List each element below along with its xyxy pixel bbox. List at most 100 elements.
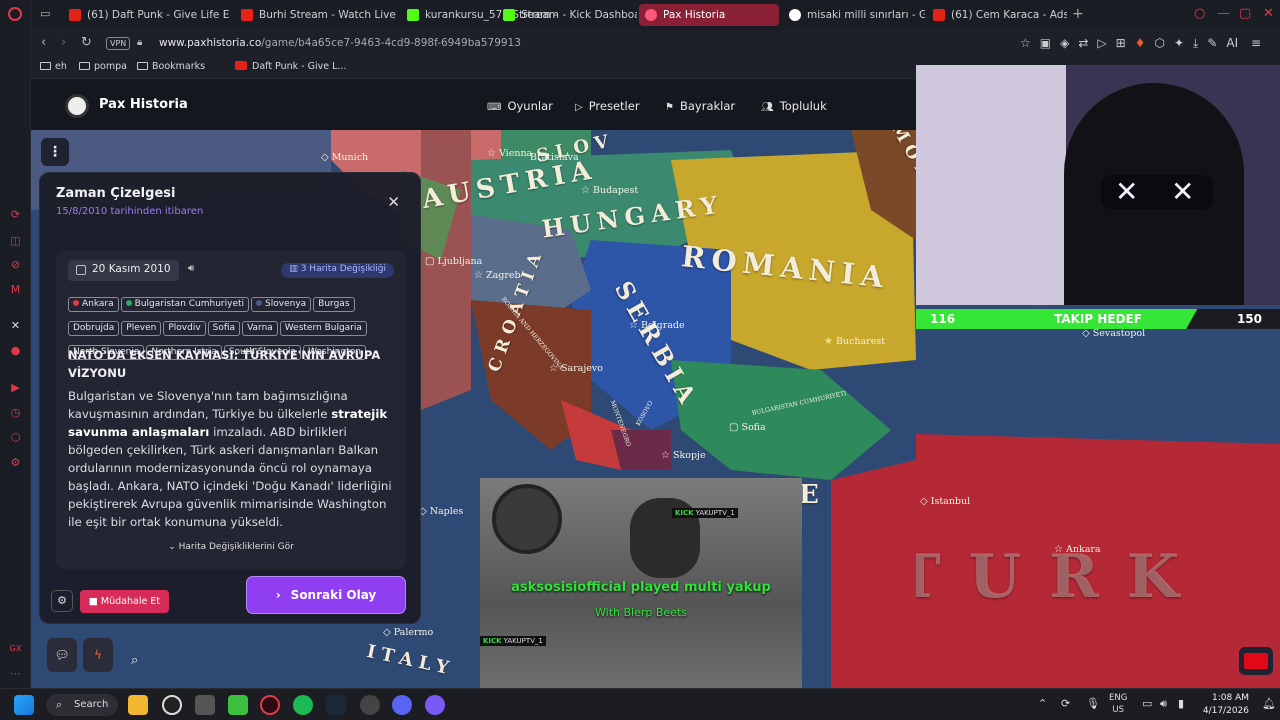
- map-search-icon[interactable]: ⌕: [131, 653, 138, 668]
- tag[interactable]: Dobrujda: [68, 321, 120, 336]
- battery-icon[interactable]: ▮: [1178, 697, 1184, 710]
- city-belgrade[interactable]: ☆ Belgrade: [629, 320, 685, 331]
- tab-youtube-daft-punk[interactable]: (61) Daft Punk - Give Life E: [63, 4, 231, 26]
- city-ankara[interactable]: ☆ Ankara: [1054, 544, 1101, 555]
- city-sofia[interactable]: ▢ Sofia: [729, 422, 766, 433]
- minimize-icon[interactable]: —: [1217, 6, 1230, 21]
- brand-name[interactable]: Pax Historia: [99, 97, 188, 112]
- next-event-button[interactable]: › Sonraki Olay: [247, 577, 405, 613]
- city-palermo[interactable]: ◇ Palermo: [383, 627, 433, 638]
- sidebar-x-icon[interactable]: ✕: [8, 318, 23, 333]
- forward-icon[interactable]: ›: [61, 35, 66, 50]
- close-window-icon[interactable]: ✕: [1263, 6, 1274, 21]
- nav-presetler[interactable]: ▷ Presetler: [575, 99, 640, 113]
- map-menu-button[interactable]: ⋮: [41, 138, 69, 166]
- opera-logo-icon[interactable]: [8, 7, 22, 21]
- country-flag-button[interactable]: [1239, 647, 1273, 675]
- tag[interactable]: Varna: [242, 321, 278, 336]
- tray-mic-icon[interactable]: 🎙︎: [1086, 697, 1100, 710]
- notification-bell-icon[interactable]: 🔔︎: [1262, 697, 1276, 710]
- ai-button[interactable]: AI: [1226, 36, 1238, 50]
- city-zagreb[interactable]: ☆ Zagreb: [474, 270, 521, 281]
- sidebar-settings-icon[interactable]: ⚙: [8, 455, 23, 470]
- sidebar-dot-icon[interactable]: ●: [8, 343, 23, 358]
- tray-chevron-up-icon[interactable]: ⌃: [1038, 697, 1047, 710]
- city-ljubljana[interactable]: ▢ Ljubljana: [425, 256, 482, 267]
- tab-kick-dashboard[interactable]: Stream - Kick Dashboard: [497, 4, 637, 26]
- sidebar-refresh-icon[interactable]: ⟳: [8, 207, 23, 222]
- city-bucharest[interactable]: ★ Bucharest: [824, 336, 885, 347]
- nav-oyunlar[interactable]: ⌨ Oyunlar: [487, 99, 553, 113]
- city-budapest[interactable]: ☆ Budapest: [581, 185, 638, 196]
- opera-gx-icon[interactable]: [260, 695, 280, 715]
- tab-burhi-stream[interactable]: Burhi Stream - Watch Live: [235, 4, 397, 26]
- vpn-badge[interactable]: VPN: [106, 37, 131, 50]
- tag[interactable]: Burgas: [313, 297, 355, 312]
- sidebar-cube-icon[interactable]: ⬡: [8, 430, 23, 445]
- browser-toolbar-icons[interactable]: ☆▣◈⇄▷⊞♦⬡✦⤓✎AI ≡: [1020, 36, 1270, 51]
- taskbar-search[interactable]: ⌕ Search: [46, 694, 118, 716]
- city-istanbul[interactable]: ◇ Istanbul: [920, 496, 970, 507]
- sidebar-bag-icon[interactable]: ◫: [8, 233, 23, 248]
- pax-historia-logo[interactable]: [65, 94, 89, 118]
- tab-overview-icon[interactable]: ▭: [40, 7, 50, 20]
- tray-sync-icon[interactable]: ⟳: [1061, 697, 1070, 710]
- city-bratislava[interactable]: Bratislava: [530, 152, 579, 163]
- tab-pax-historia[interactable]: Pax Historia: [639, 4, 779, 26]
- spotify-icon[interactable]: [293, 695, 313, 715]
- bookmark-daft-punk[interactable]: Daft Punk - Give L...: [235, 61, 346, 72]
- steam-icon[interactable]: [326, 695, 346, 715]
- search-tabs-icon[interactable]: ○: [1194, 6, 1205, 21]
- tag[interactable]: Ankara: [68, 297, 119, 312]
- nav-topluluk[interactable]: 👥︎ Topluluk: [761, 99, 827, 113]
- tag[interactable]: Bulgaristan Cumhuriyeti: [120, 297, 250, 312]
- tab-google-search[interactable]: misaki milli sınırları - Goog: [783, 4, 925, 26]
- tag[interactable]: Plovdiv: [163, 321, 206, 336]
- minecraft-icon[interactable]: [228, 695, 248, 715]
- close-icon[interactable]: ✕: [387, 193, 400, 211]
- speaker-icon[interactable]: 🔊︎: [188, 263, 194, 274]
- tray-display-icon[interactable]: ▭: [1142, 697, 1152, 710]
- tag[interactable]: Pleven: [121, 321, 162, 336]
- city-skopje[interactable]: ☆ Skopje: [661, 450, 706, 461]
- see-map-changes-link[interactable]: ⌄ Harita Değişikliklerini Gör: [56, 542, 406, 552]
- app-hex-icon[interactable]: [195, 695, 215, 715]
- sidebar-more-icon[interactable]: ⋯: [8, 666, 23, 681]
- taskbar-clock[interactable]: 1:08 AM 4/17/2026: [1195, 692, 1249, 718]
- sidebar-gx-icon[interactable]: GX: [8, 641, 23, 656]
- tag[interactable]: Slovenya: [251, 297, 312, 312]
- city-naples[interactable]: ◇ Naples: [419, 506, 463, 517]
- reload-icon[interactable]: ↻: [81, 35, 92, 50]
- maximize-icon[interactable]: ▢: [1239, 6, 1251, 21]
- lock-icon[interactable]: 🔒︎: [137, 37, 142, 48]
- bookmark-bookmarks[interactable]: Bookmarks: [137, 61, 205, 72]
- intervene-button[interactable]: ■ Müdahale Et: [80, 590, 169, 613]
- new-tab-button[interactable]: +: [1072, 6, 1084, 22]
- settings-button[interactable]: ⚙: [51, 590, 73, 612]
- file-explorer-icon[interactable]: [128, 695, 148, 715]
- app-circle-icon[interactable]: [360, 695, 380, 715]
- tab-youtube-cem-karaca[interactable]: (61) Cem Karaca - Ads: [927, 4, 1067, 26]
- city-munich[interactable]: ◇ Munich: [321, 152, 368, 163]
- url-field[interactable]: www.paxhistoria.co/game/b4a65ce7-9463-4c…: [159, 37, 521, 49]
- city-vienna[interactable]: ☆ Vienna: [487, 148, 532, 159]
- volume-icon[interactable]: 🔊︎: [1160, 697, 1167, 711]
- obs-icon[interactable]: [162, 695, 182, 715]
- bookmark-eh[interactable]: eh: [40, 61, 67, 72]
- chat-button[interactable]: 💬︎: [47, 638, 77, 672]
- discord-icon[interactable]: [392, 695, 412, 715]
- language-indicator[interactable]: ENG US: [1109, 692, 1127, 716]
- sidebar-m-icon[interactable]: M: [8, 282, 23, 297]
- tag[interactable]: Sofia: [207, 321, 241, 336]
- sidebar-history-icon[interactable]: ◷: [8, 405, 23, 420]
- game-map-right[interactable]: TURK ◇ Sevastopol ◇ Istanbul ☆ Ankara: [916, 304, 1280, 688]
- back-icon[interactable]: ‹: [41, 35, 46, 50]
- action-button[interactable]: ϟ: [83, 638, 113, 672]
- app-purple-icon[interactable]: [425, 695, 445, 715]
- sidebar-play-icon[interactable]: ▶: [8, 380, 23, 395]
- bookmark-pompa[interactable]: pompa: [79, 61, 127, 72]
- tag[interactable]: Western Bulgaria: [279, 321, 367, 336]
- nav-bayraklar[interactable]: ⚑ Bayraklar: [665, 99, 735, 113]
- windows-start-icon[interactable]: [14, 695, 34, 715]
- sidebar-slash-icon[interactable]: ⊘: [8, 257, 23, 272]
